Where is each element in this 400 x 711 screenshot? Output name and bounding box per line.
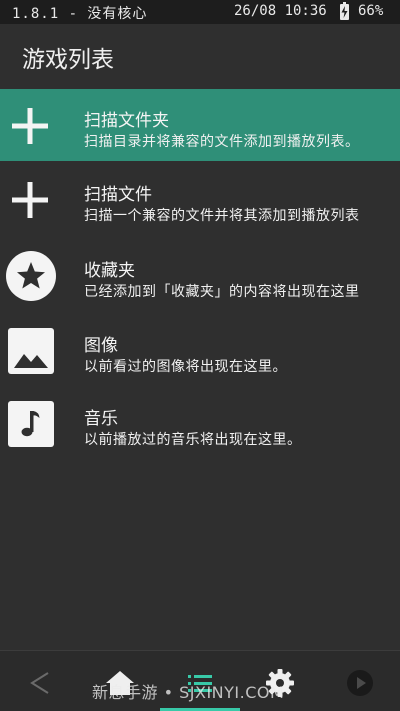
list-item-favorites[interactable]: 收藏夹 已经添加到「收藏夹」的内容将出现在这里 — [0, 239, 400, 311]
list-item-title: 音乐 — [84, 409, 118, 429]
add-icon — [6, 101, 56, 151]
list-item-scan-folder[interactable]: 扫描文件夹 扫描目录并将兼容的文件添加到播放列表。 — [0, 89, 400, 161]
list-item-subtitle: 以前播放过的音乐将出现在这里。 — [84, 432, 302, 448]
list-item-subtitle: 已经添加到「收藏夹」的内容将出现在这里 — [84, 284, 360, 300]
list-item-title: 扫描文件夹 — [84, 111, 169, 131]
watermark: 新息手游 • SJXINYI.COM — [92, 683, 285, 702]
list-item-scan-file[interactable]: 扫描文件 扫描一个兼容的文件并将其添加到播放列表 — [0, 163, 400, 235]
list-item-subtitle: 扫描目录并将兼容的文件添加到播放列表。 — [84, 134, 360, 150]
list-item-title: 收藏夹 — [84, 261, 135, 281]
list-item-title: 扫描文件 — [84, 185, 152, 205]
list-item-subtitle: 以前看过的图像将出现在这里。 — [84, 359, 287, 375]
page-title: 游戏列表 — [22, 47, 114, 73]
add-icon — [6, 175, 56, 225]
list-item-music[interactable]: 音乐 以前播放过的音乐将出现在这里。 — [0, 387, 400, 459]
music-icon — [6, 399, 56, 449]
status-version: 1.8.1 - 没有核心 — [12, 6, 148, 22]
list-item-title: 图像 — [84, 336, 118, 356]
app-bar: 游戏列表 — [0, 24, 400, 88]
back-icon[interactable] — [20, 665, 60, 701]
list-item-subtitle: 扫描一个兼容的文件并将其添加到播放列表 — [84, 208, 360, 224]
status-clock: 26/08 10:36 — [234, 3, 327, 19]
battery-icon — [340, 2, 349, 20]
status-bar: 1.8.1 - 没有核心 26/08 10:36 66% — [0, 0, 400, 24]
list-item-images[interactable]: 图像 以前看过的图像将出现在这里。 — [0, 314, 400, 386]
status-battery: 66% — [358, 3, 384, 19]
image-icon — [6, 326, 56, 376]
app-screen: 1.8.1 - 没有核心 26/08 10:36 66% 游戏列表 扫描文件夹 … — [0, 0, 400, 711]
star-icon — [6, 251, 56, 301]
play-icon[interactable] — [340, 665, 380, 701]
